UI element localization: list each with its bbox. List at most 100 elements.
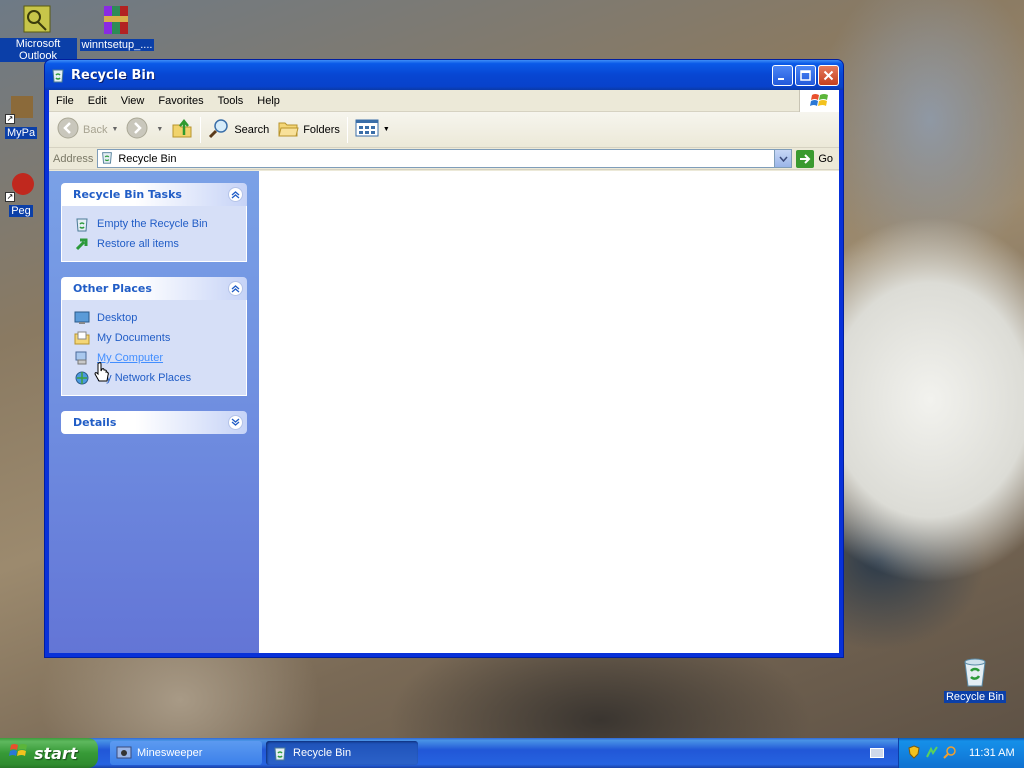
- chevron-down-icon[interactable]: ▼: [156, 126, 163, 133]
- keyboard-icon[interactable]: [870, 748, 884, 758]
- content-area: Recycle Bin Tasks Empty the Recycle Bin: [49, 171, 839, 653]
- window-body: File Edit View Favorites Tools Help Back…: [49, 90, 839, 653]
- folders-button[interactable]: Folders: [273, 115, 344, 145]
- other-places-group: Other Places Desktop My Documents My Com…: [61, 277, 247, 396]
- group-body: Empty the Recycle Bin Restore all items: [61, 206, 247, 262]
- shortcut-icon: ↗: [5, 92, 37, 124]
- hand-cursor-icon: [94, 362, 109, 382]
- shortcut-icon: ↗: [5, 170, 37, 202]
- recycle-bin-icon: [272, 745, 288, 761]
- go-label: Go: [818, 152, 833, 165]
- title-bar[interactable]: Recycle Bin: [45, 60, 843, 90]
- minimize-icon: [778, 77, 784, 80]
- menu-help[interactable]: Help: [250, 95, 287, 107]
- search-tray-icon[interactable]: [943, 745, 957, 762]
- address-dropdown-button[interactable]: [774, 150, 792, 167]
- taskbar-button-recycle-bin[interactable]: Recycle Bin: [266, 741, 418, 765]
- group-body: Desktop My Documents My Computer My Netw…: [61, 300, 247, 396]
- desktop-icon-label: winntsetup_....: [79, 39, 155, 51]
- maximize-icon: [800, 69, 811, 81]
- desktop-icon-peg[interactable]: ↗ Peg: [0, 170, 46, 217]
- chevron-up-icon[interactable]: [228, 281, 243, 296]
- menu-file[interactable]: File: [49, 95, 81, 107]
- taskbar-button-minesweeper[interactable]: Minesweeper: [110, 741, 262, 765]
- explorer-window[interactable]: Recycle Bin File Edit View Favorites Too…: [44, 59, 844, 658]
- taskbar-button-label: Minesweeper: [137, 747, 203, 759]
- computer-icon: [74, 350, 90, 366]
- address-label: Address: [53, 152, 94, 165]
- up-folder-button[interactable]: [167, 115, 197, 145]
- task-pane: Recycle Bin Tasks Empty the Recycle Bin: [49, 171, 259, 653]
- up-folder-icon: [171, 117, 193, 142]
- search-icon: [208, 117, 230, 142]
- start-button[interactable]: start: [0, 738, 98, 768]
- close-button[interactable]: [818, 64, 839, 86]
- back-arrow-icon: [57, 117, 79, 142]
- desktop-icon-label: MyPa: [4, 127, 38, 139]
- archive-icon: [101, 4, 133, 36]
- chevron-down-icon: [779, 156, 788, 162]
- folder-icon: [277, 117, 299, 142]
- task-label: My Network Places: [97, 372, 192, 384]
- task-label: Empty the Recycle Bin: [97, 218, 208, 230]
- views-button[interactable]: ▼: [351, 115, 394, 145]
- outlook-icon: [22, 4, 54, 36]
- go-button[interactable]: Go: [796, 149, 833, 168]
- window-title: Recycle Bin: [71, 67, 156, 83]
- forward-arrow-icon: [126, 117, 148, 142]
- documents-folder-icon: [74, 330, 90, 346]
- group-header[interactable]: Details: [61, 411, 247, 434]
- desktop-icon-recycle-bin[interactable]: Recycle Bin: [935, 656, 1015, 703]
- back-button[interactable]: Back ▼: [53, 115, 122, 145]
- desktop-icon-mypa[interactable]: ↗ MyPa: [0, 92, 46, 139]
- chevron-up-icon[interactable]: [228, 187, 243, 202]
- search-button[interactable]: Search: [204, 115, 273, 145]
- start-label: start: [34, 743, 78, 763]
- desktop-icon: [74, 310, 90, 326]
- recycle-bin-tasks-group: Recycle Bin Tasks Empty the Recycle Bin: [61, 183, 247, 262]
- menu-view[interactable]: View: [114, 95, 152, 107]
- chevron-down-icon[interactable]: ▼: [111, 126, 118, 133]
- address-bar: Address Recycle Bin Go: [49, 148, 839, 170]
- desktop-icon-winntsetup[interactable]: winntsetup_....: [77, 4, 157, 51]
- forward-button[interactable]: ▼: [122, 115, 167, 145]
- restore-icon: [74, 236, 90, 252]
- my-documents-link[interactable]: My Documents: [74, 328, 234, 348]
- security-shield-icon[interactable]: [907, 744, 921, 762]
- recycle-bin-icon: [959, 656, 991, 688]
- desktop-icon-label: Recycle Bin: [943, 691, 1007, 703]
- desktop-icon-outlook[interactable]: Microsoft Outlook: [0, 4, 78, 62]
- windows-logo-icon: [799, 90, 839, 112]
- menu-edit[interactable]: Edit: [81, 95, 114, 107]
- maximize-button[interactable]: [795, 64, 816, 86]
- task-label: Restore all items: [97, 238, 179, 250]
- restore-all-items-link[interactable]: Restore all items: [74, 234, 234, 254]
- address-input[interactable]: Recycle Bin: [97, 149, 793, 168]
- clock[interactable]: 11:31 AM: [969, 747, 1015, 759]
- minimize-button[interactable]: [772, 64, 793, 86]
- search-label: Search: [234, 123, 270, 136]
- group-title: Recycle Bin Tasks: [73, 188, 182, 201]
- windows-flag-icon: [9, 742, 29, 764]
- chevron-down-icon[interactable]: [228, 415, 243, 430]
- taskbar-button-label: Recycle Bin: [293, 747, 352, 759]
- toolbar: Back ▼ ▼ Search Folders ▼: [49, 112, 839, 148]
- task-label: My Documents: [97, 332, 171, 344]
- desktop-icon-label: Peg: [9, 205, 33, 217]
- go-arrow-icon: [796, 149, 815, 168]
- menu-bar: File Edit View Favorites Tools Help: [49, 90, 839, 112]
- menu-favorites[interactable]: Favorites: [151, 95, 210, 107]
- menu-tools[interactable]: Tools: [211, 95, 251, 107]
- system-tray: 11:31 AM: [898, 738, 1024, 768]
- group-header[interactable]: Other Places: [61, 277, 247, 300]
- empty-recycle-bin-link[interactable]: Empty the Recycle Bin: [74, 214, 234, 234]
- network-tray-icon[interactable]: [925, 745, 939, 762]
- file-list-area[interactable]: [259, 171, 839, 653]
- recycle-bin-icon: [50, 67, 66, 83]
- chevron-down-icon: ▼: [382, 126, 390, 133]
- desktop-link[interactable]: Desktop: [74, 308, 234, 328]
- recycle-bin-icon: [74, 216, 90, 232]
- toolbar-separator: [346, 116, 348, 143]
- group-header[interactable]: Recycle Bin Tasks: [61, 183, 247, 206]
- group-title: Details: [73, 416, 117, 429]
